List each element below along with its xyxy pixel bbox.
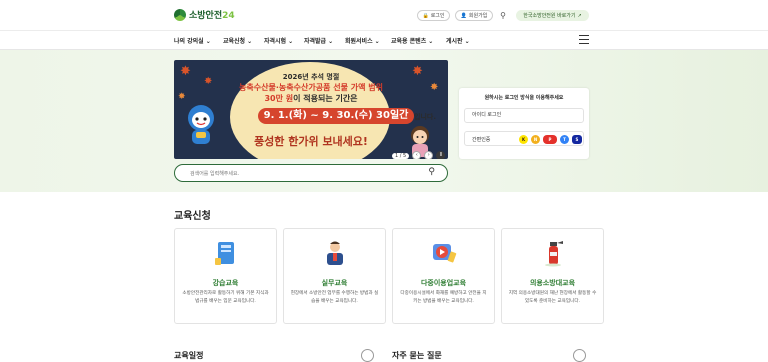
card-title: 실무교육 — [321, 279, 348, 287]
nav-item-qualification-exam[interactable]: 자격시험 ⌄ — [264, 36, 293, 45]
nav-item-my-classroom[interactable]: 나의 강의실 ⌄ — [174, 36, 211, 45]
login-card-title: 원하시는 로그인 방식을 이용해주세요 — [484, 95, 564, 101]
education-card[interactable]: 강습교육 소방안전관리자로 활동하기 위해 기본 지식과 법규를 배우는 입문 … — [174, 228, 277, 324]
card-desc: 지역 의용소방대원의 재난 현장에서 활동할 수 있도록 준비하는 교육입니다. — [508, 291, 597, 304]
nav-item-label: 나의 강의실 — [174, 38, 204, 45]
promo-banner[interactable]: ✸ ✸ ✸ ✸ ✸ 2026년 추석 명절 농축수산물·농축수산가공품 선물 가… — [174, 60, 448, 159]
logo-mark-icon — [174, 8, 186, 21]
header-search-icon[interactable]: ⚲ — [497, 10, 509, 22]
nav-item-education-apply[interactable]: 교육신청 ⌄ — [223, 36, 252, 45]
video-play-icon — [433, 244, 457, 263]
prev-icon[interactable]: ‹ — [412, 151, 422, 159]
toss-login-icon[interactable]: T — [560, 135, 569, 144]
card-desc: 다중이용시설에서 화재를 예방하고 안전을 지키는 방법을 배우는 교육입니다. — [400, 291, 487, 304]
site-logo[interactable]: 소방안전24 — [174, 8, 235, 21]
lock-icon: 🔒 — [422, 12, 429, 19]
search-placeholder: 검색어를 입력해주세요. — [190, 171, 240, 177]
menu-icon[interactable] — [579, 35, 589, 44]
naver-login-icon[interactable]: N — [531, 135, 540, 144]
card-title: 의용소방대교육 — [529, 279, 576, 287]
card-desc: 현장에서 소방안전 업무를 수행하는 방법과 실습을 배우는 교육입니다. — [290, 291, 379, 304]
search-input[interactable]: 검색어를 입력해주세요. ⚲ — [174, 164, 448, 182]
education-card[interactable]: 의용소방대교육 지역 의용소방대원의 재난 현장에서 활동할 수 있도록 준비하… — [501, 228, 604, 324]
schedule-more-icon[interactable] — [361, 349, 374, 362]
external-link-icon: ↗ — [577, 12, 582, 19]
pause-icon[interactable]: Ⅱ — [436, 151, 446, 159]
banner-amount: 30만 원 — [264, 94, 294, 103]
next-icon[interactable]: › — [424, 151, 434, 159]
kakao-login-icon[interactable]: K — [519, 135, 528, 144]
nav-item-board[interactable]: 게시판 ⌄ — [446, 36, 470, 45]
schedule-section-title: 교육일정 — [174, 351, 204, 360]
card-title: 강습교육 — [212, 279, 239, 287]
samsung-login-icon[interactable]: S — [572, 135, 582, 144]
nav-item-label: 교육신청 — [223, 38, 246, 45]
header: 소방안전24 🔒 로그인 👤 회원가입 ⚲ 한국소방안전원 바로가기 ↗ — [0, 0, 768, 30]
id-login-button[interactable]: 아이디 로그인 — [464, 108, 584, 123]
banner-pager-count: 1 / 5 — [392, 152, 410, 159]
education-card[interactable]: 실무교육 현장에서 소방안전 업무를 수행하는 방법과 실습을 배우는 교육입니… — [283, 228, 386, 324]
nav-item-label: 회원서비스 — [345, 38, 373, 45]
chevron-down-icon: ⌄ — [247, 38, 253, 45]
faq-more-icon[interactable] — [573, 349, 586, 362]
search-icon[interactable]: ⚲ — [428, 167, 435, 177]
simple-login-box: 간편인증 K N P T S — [464, 131, 584, 146]
book-icon — [215, 242, 234, 265]
hero-section: ✸ ✸ ✸ ✸ ✸ 2026년 추석 명절 농축수산물·농축수산가공품 선물 가… — [0, 50, 768, 192]
chevron-down-icon: ⌄ — [205, 38, 211, 45]
education-section-title: 교육신청 — [174, 211, 211, 222]
logo-number: 24 — [222, 11, 235, 21]
nav-item-label: 자격발급 — [304, 38, 327, 45]
nav-item-education-content[interactable]: 교육용 콘텐츠 ⌄ — [391, 36, 433, 45]
pass-login-icon[interactable]: P — [543, 135, 557, 144]
nav-item-label: 자격시험 — [264, 38, 287, 45]
card-title: 다중이용업교육 — [420, 279, 467, 287]
nav-item-label: 교육용 콘텐츠 — [391, 38, 427, 45]
external-link-label: 한국소방안전원 바로가기 — [523, 13, 576, 19]
main-nav: 나의 강의실 ⌄ 교육신청 ⌄ 자격시험 ⌄ 자격발급 ⌄ 회원서비스 ⌄ 교육용 콘텐츠… — [0, 30, 768, 50]
signup-button[interactable]: 👤 회원가입 — [455, 10, 493, 21]
signup-label: 회원가입 — [468, 13, 488, 19]
banner-line3-rest: 이 적용되는 기간은 — [293, 94, 358, 103]
user-icon: 👤 — [460, 12, 467, 19]
chevron-down-icon: ⌄ — [288, 38, 294, 45]
login-button[interactable]: 🔒 로그인 — [417, 10, 450, 21]
mascot-left-icon — [188, 105, 214, 144]
banner-line1: 2026년 추석 명절 — [282, 73, 340, 81]
chevron-down-icon: ⌄ — [464, 38, 470, 45]
external-site-link[interactable]: 한국소방안전원 바로가기 ↗ — [516, 10, 589, 21]
simple-login-label: 간편인증 — [472, 137, 491, 143]
banner-date-tail: 입니다. — [414, 113, 436, 121]
logo-text: 소방안전 — [189, 11, 223, 21]
nav-item-label: 게시판 — [446, 38, 463, 45]
banner-line2: 농축수산물·농축수산가공품 선물 가액 범위 — [239, 83, 383, 92]
faq-section-title: 자주 묻는 질문 — [392, 351, 442, 360]
nav-item-member-service[interactable]: 회원서비스 ⌄ — [345, 36, 380, 45]
banner-date: 9. 1.(화) ~ 9. 30.(수) 30일간 — [258, 108, 414, 124]
fire-extinguisher-icon — [545, 241, 563, 267]
login-card: 원하시는 로그인 방식을 이용해주세요 아이디 로그인 간편인증 K N P T… — [459, 88, 589, 159]
instructor-icon — [327, 241, 343, 265]
chevron-down-icon: ⌄ — [374, 38, 380, 45]
login-label: 로그인 — [430, 13, 445, 19]
education-card[interactable]: 다중이용업교육 다중이용시설에서 화재를 예방하고 안전을 지키는 방법을 배우… — [392, 228, 495, 324]
chevron-down-icon: ⌄ — [328, 38, 334, 45]
card-desc: 소방안전관리자로 활동하기 위해 기본 지식과 법규를 배우는 입문 교육입니다… — [182, 291, 269, 304]
banner-pager: 1 / 5 ‹ › Ⅱ — [392, 151, 446, 159]
chevron-down-icon: ⌄ — [428, 38, 434, 45]
nav-item-certificate-issue[interactable]: 자격발급 ⌄ — [304, 36, 333, 45]
